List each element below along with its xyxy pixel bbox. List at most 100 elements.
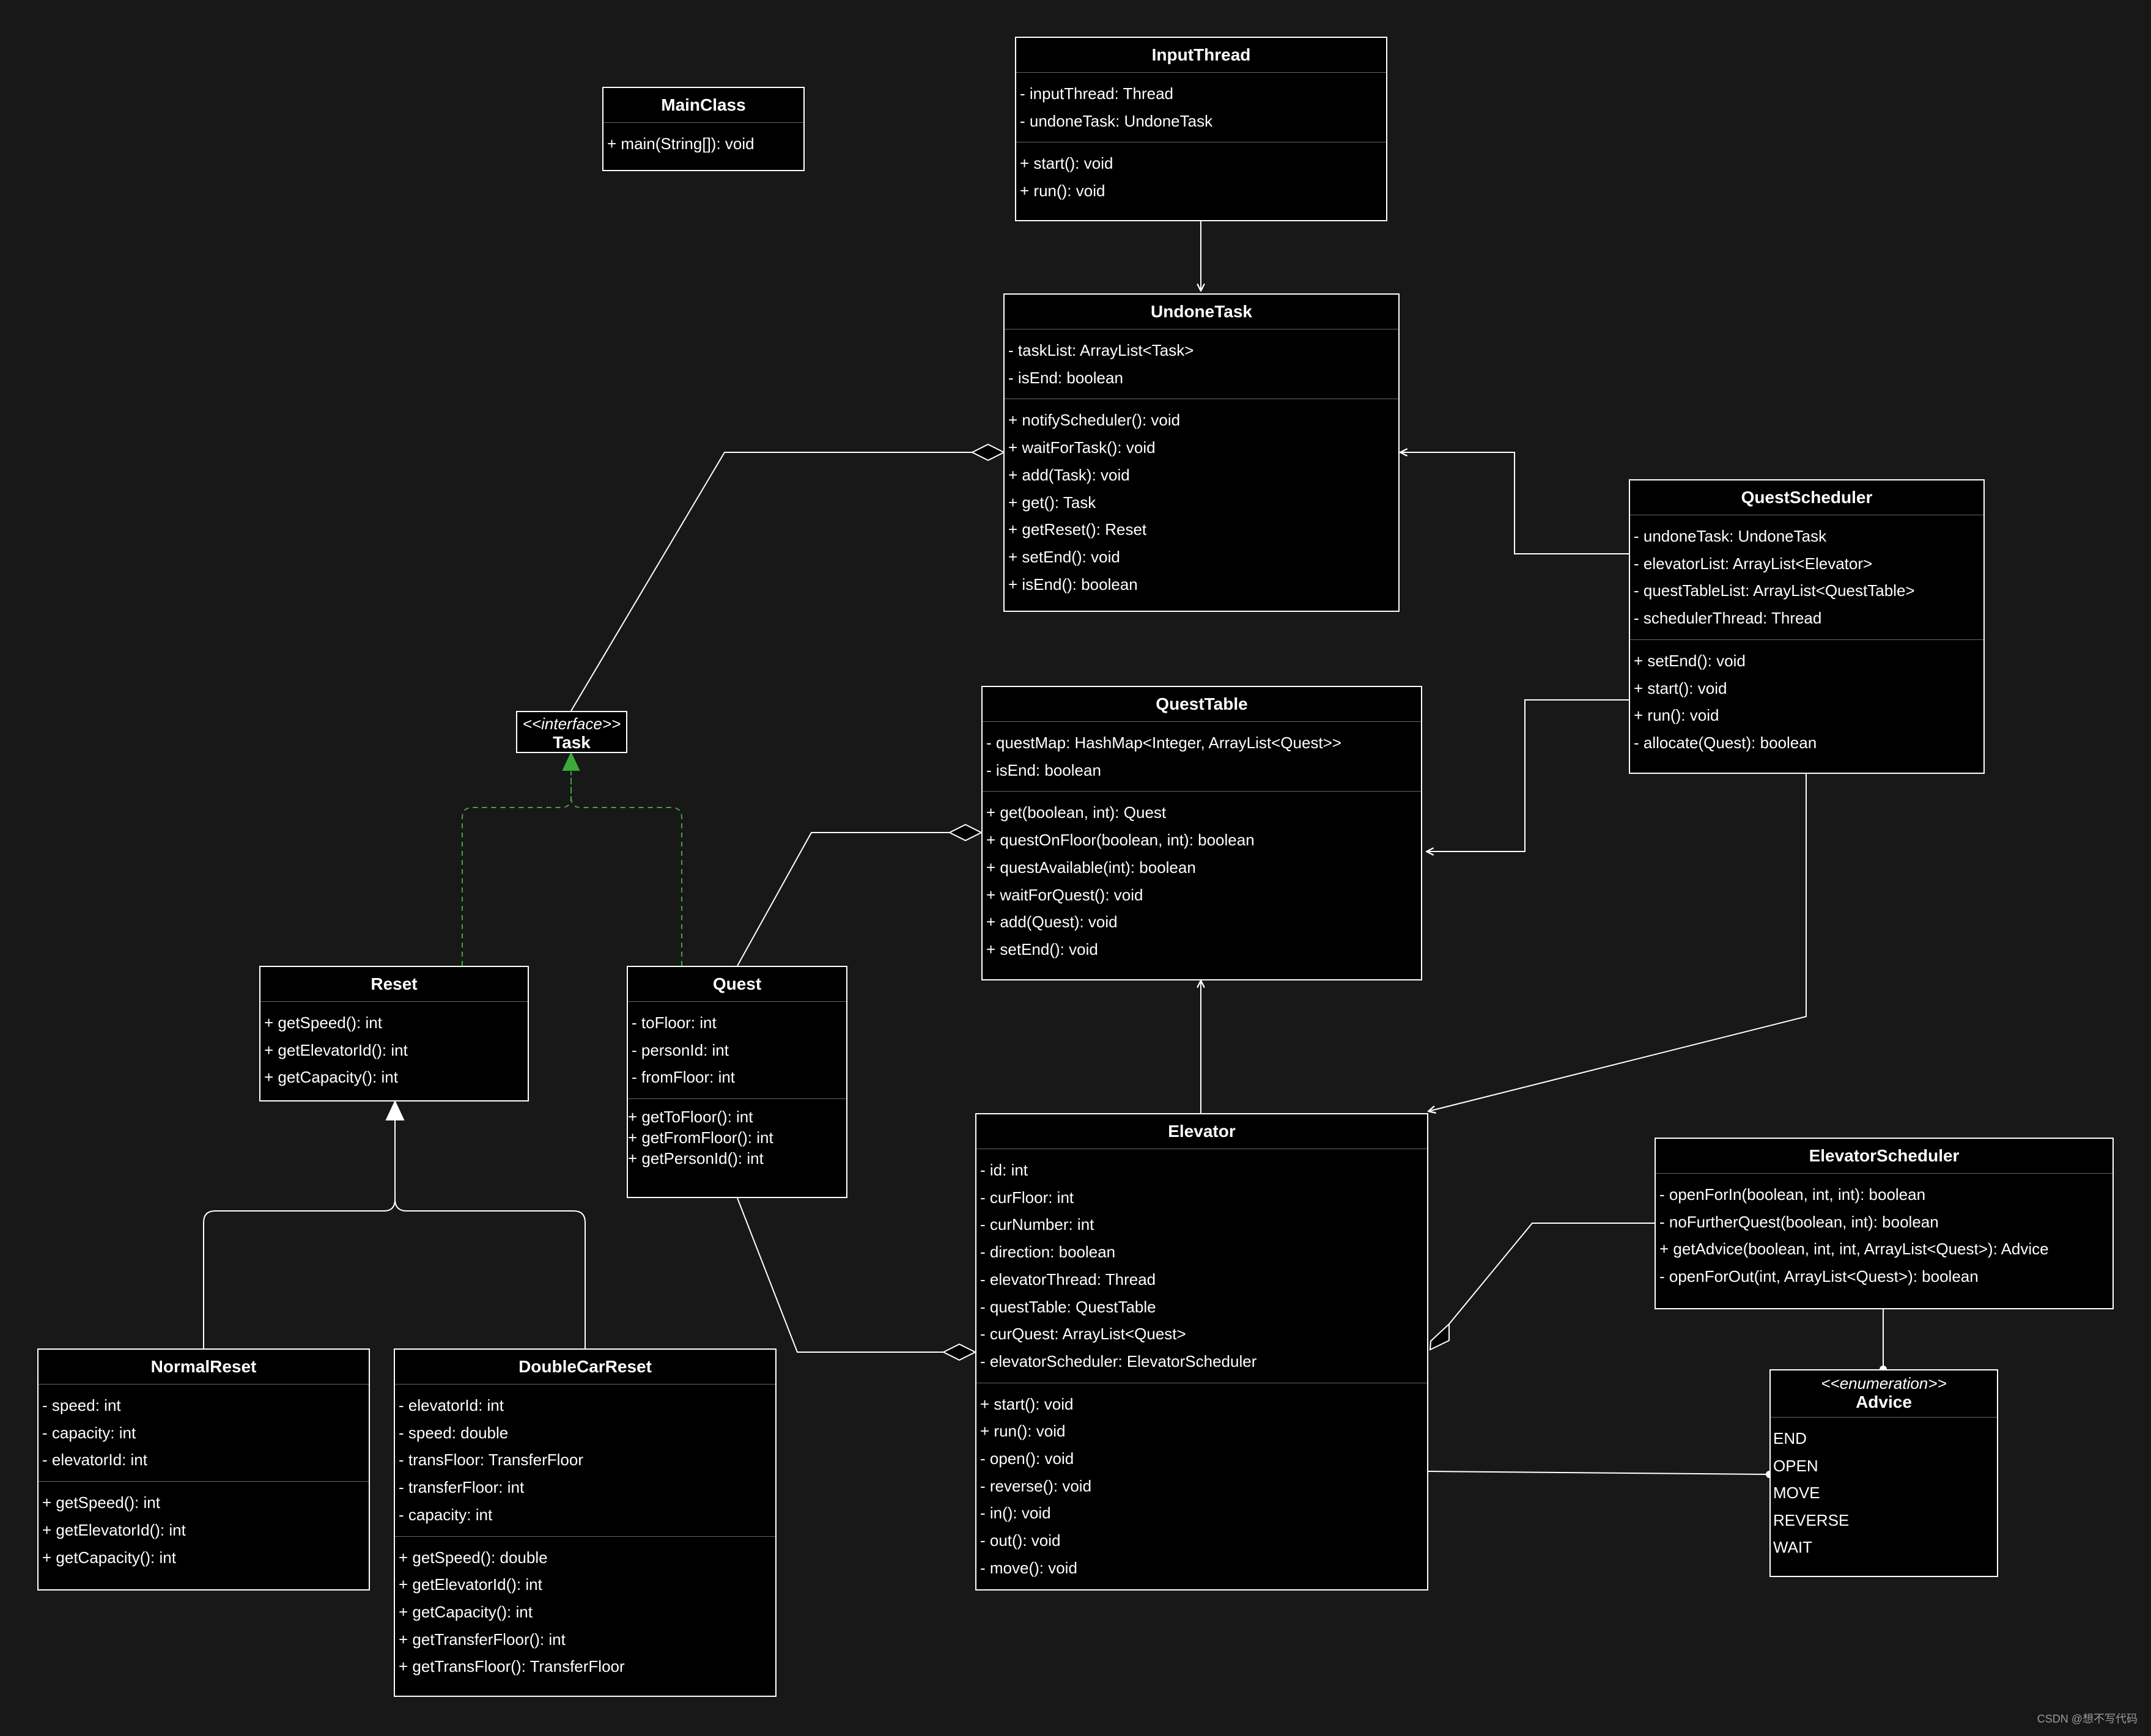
method: - open(): void — [980, 1449, 1074, 1468]
method: + start(): void — [1020, 154, 1113, 173]
methods-section: + main(String[]): void — [603, 123, 803, 165]
methods-section: + get(boolean, int): Quest + questOnFloo… — [983, 791, 1421, 970]
method: + getCapacity(): int — [264, 1068, 398, 1087]
stereotype: <<enumeration>> — [1821, 1374, 1947, 1392]
inheritance-arrowhead-reset — [385, 1100, 405, 1120]
edge-reset-task-realization — [462, 771, 572, 966]
class-name: NormalReset — [39, 1350, 369, 1385]
field: - elevatorId: int — [399, 1396, 504, 1414]
method: + getElevatorId(): int — [42, 1520, 186, 1539]
method: - openForOut(int, ArrayList<Quest>): boo… — [1659, 1267, 1979, 1286]
field: - id: int — [980, 1161, 1028, 1179]
edge-elevatorscheduler-elevator — [1448, 1223, 1655, 1325]
field: - inputThread: Thread — [1020, 84, 1173, 103]
enum-values-section: END OPEN MOVE REVERSE WAIT — [1771, 1418, 1997, 1569]
interface-name: Task — [553, 733, 591, 752]
class-questscheduler: QuestScheduler - undoneTask: UndoneTask … — [1629, 479, 1985, 774]
class-normalreset: NormalReset - speed: int - capacity: int… — [37, 1348, 370, 1591]
edge-quest-task-realization — [570, 771, 682, 966]
class-name: ElevatorScheduler — [1656, 1139, 2112, 1174]
method: + getTransferFloor(): int — [399, 1630, 566, 1649]
stereotype: <<interface>> — [522, 715, 621, 733]
class-name: InputThread — [1016, 38, 1386, 73]
enum-name: Advice — [1856, 1392, 1912, 1411]
enum-advice: <<enumeration>> Advice END OPEN MOVE REV… — [1769, 1369, 1998, 1577]
field: - isEnd: boolean — [986, 760, 1101, 779]
methods-section: + getSpeed(): int + getElevatorId(): int… — [260, 1002, 528, 1098]
method: - out(): void — [980, 1531, 1061, 1550]
class-name: QuestTable — [983, 687, 1421, 722]
class-name: Reset — [260, 967, 528, 1002]
field: - personId: int — [632, 1040, 729, 1059]
class-elevatorscheduler: ElevatorScheduler - openForIn(boolean, i… — [1655, 1138, 2114, 1309]
fields-section: - elevatorId: int - speed: double - tran… — [395, 1385, 775, 1536]
aggregation-diamond-questtable — [948, 823, 983, 842]
class-questtable: QuestTable - questMap: HashMap<Integer, … — [981, 686, 1422, 980]
field: - undoneTask: UndoneTask — [1020, 111, 1213, 130]
method: + main(String[]): void — [607, 134, 755, 153]
method: - in(): void — [980, 1504, 1051, 1523]
class-name: MainClass — [603, 88, 803, 123]
methods-section: + getSpeed(): int + getElevatorId(): int… — [39, 1481, 369, 1578]
fields-section: - id: int - curFloor: int - curNumber: i… — [976, 1149, 1427, 1383]
method: + run(): void — [1020, 182, 1105, 200]
edge-elevator-advice — [1428, 1471, 1770, 1475]
field: - elevatorThread: Thread — [980, 1270, 1156, 1289]
method: + questOnFloor(boolean, int): boolean — [986, 831, 1255, 850]
watermark: CSDN @想不写代码 — [2037, 1713, 2138, 1725]
field: - toFloor: int — [632, 1013, 717, 1032]
methods-section: + notifyScheduler(): void + waitForTask(… — [1005, 399, 1398, 605]
enum-value: OPEN — [1773, 1456, 1818, 1475]
field: - speed: double — [399, 1423, 509, 1442]
field: - schedulerThread: Thread — [1634, 609, 1822, 628]
class-inputthread: InputThread - inputThread: Thread - undo… — [1015, 37, 1387, 221]
method: + getCapacity(): int — [399, 1602, 533, 1621]
field: - elevatorId: int — [42, 1451, 147, 1469]
class-mainclass: MainClass + main(String[]): void — [602, 87, 805, 171]
fields-section: - speed: int - capacity: int - elevatorI… — [39, 1385, 369, 1481]
edge-quest-questtable — [737, 832, 950, 966]
field: - speed: int — [42, 1396, 121, 1414]
edge-quest-elevator — [737, 1197, 943, 1353]
fields-section: - toFloor: int - personId: int - fromFlo… — [628, 1002, 846, 1098]
field: - direction: boolean — [980, 1243, 1116, 1262]
field: - curFloor: int — [980, 1188, 1074, 1207]
field: - questMap: HashMap<Integer, ArrayList<Q… — [986, 734, 1341, 752]
method: + getSpeed(): int — [42, 1493, 160, 1512]
method: - move(): void — [980, 1558, 1077, 1577]
method: + add(Task): void — [1008, 465, 1130, 484]
class-doublecarreset: DoubleCarReset - elevatorId: int - speed… — [394, 1348, 777, 1697]
methods-section: - openForIn(boolean, int, int): boolean … — [1656, 1174, 2112, 1298]
edge-normalreset-reset — [203, 1120, 396, 1348]
field: - elevatorList: ArrayList<Elevator> — [1634, 554, 1873, 573]
method: + get(boolean, int): Quest — [986, 803, 1167, 822]
field: - transFloor: TransferFloor — [399, 1451, 583, 1469]
method: + add(Quest): void — [986, 913, 1118, 932]
uml-class-diagram: MainClass + main(String[]): void InputTh… — [0, 0, 2151, 1736]
method: + questAvailable(int): boolean — [986, 858, 1196, 877]
enum-value: MOVE — [1773, 1484, 1820, 1502]
interface-header: <<interface>> Task — [517, 712, 626, 756]
field: - transferFloor: int — [399, 1478, 525, 1497]
aggregation-diamond-undonetask — [970, 443, 1006, 462]
field: - fromFloor: int — [632, 1068, 736, 1087]
class-quest: Quest - toFloor: int - personId: int - f… — [627, 966, 847, 1198]
method: + setEnd(): void — [1008, 547, 1120, 566]
methods-section: + start(): void + run(): void — [1016, 142, 1386, 211]
class-elevator: Elevator - id: int - curFloor: int - cur… — [975, 1113, 1428, 1591]
fields-section: - undoneTask: UndoneTask - elevatorList:… — [1630, 515, 1983, 639]
field: - undoneTask: UndoneTask — [1634, 527, 1827, 545]
class-name: QuestScheduler — [1630, 480, 1983, 515]
method: + notifyScheduler(): void — [1008, 411, 1181, 430]
method: + waitForTask(): void — [1008, 438, 1156, 457]
methods-section: + start(): void + run(): void - open(): … — [976, 1382, 1427, 1589]
field: - curNumber: int — [980, 1215, 1094, 1234]
field: - questTableList: ArrayList<QuestTable> — [1634, 581, 1915, 600]
method: + start(): void — [1634, 679, 1727, 697]
field: - elevatorScheduler: ElevatorScheduler — [980, 1352, 1257, 1370]
field: - curQuest: ArrayList<Quest> — [980, 1325, 1186, 1344]
field: - capacity: int — [42, 1423, 136, 1442]
method: + getPersonId(): int — [628, 1149, 764, 1168]
method: - reverse(): void — [980, 1476, 1092, 1495]
method: + getSpeed(): int — [264, 1013, 382, 1032]
